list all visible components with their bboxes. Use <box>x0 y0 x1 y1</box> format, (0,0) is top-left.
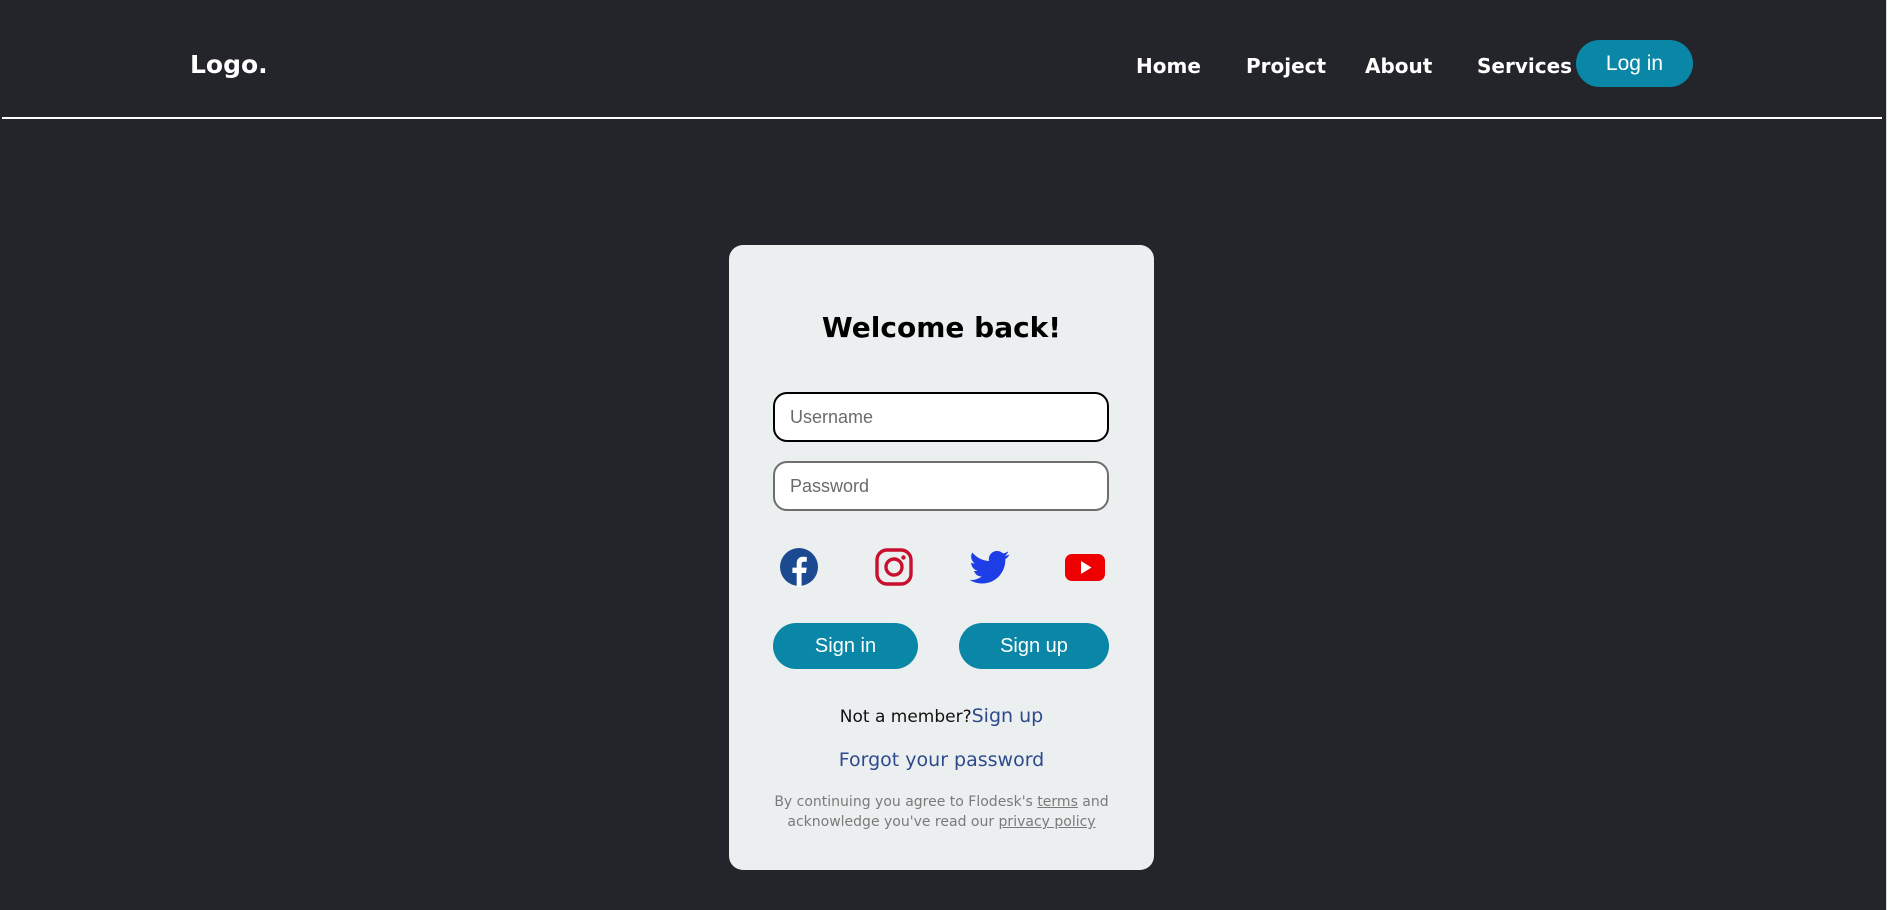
member-text: Not a member? <box>839 707 972 727</box>
member-prompt: Not a member?Sign up <box>729 705 1154 727</box>
youtube-icon[interactable] <box>1064 546 1106 588</box>
login-button[interactable]: Log in <box>1576 40 1693 87</box>
scrollbar[interactable] <box>1886 0 1898 910</box>
nav-home[interactable]: Home <box>1136 54 1201 78</box>
sign-up-button[interactable]: Sign up <box>959 623 1109 669</box>
page: Logo. Home Project About Services Log in… <box>0 0 1898 910</box>
password-input[interactable] <box>773 461 1109 511</box>
username-input[interactable] <box>773 392 1109 442</box>
privacy-policy-link[interactable]: privacy policy <box>999 814 1096 830</box>
card-title: Welcome back! <box>821 311 1062 344</box>
nav-project[interactable]: Project <box>1246 54 1326 78</box>
forgot-password-link[interactable]: Forgot your password <box>839 749 1045 771</box>
login-card: Welcome back! Username Sign in Sign up N… <box>729 245 1154 870</box>
terms-link[interactable]: terms <box>1037 794 1078 810</box>
header-divider <box>2 117 1882 119</box>
forgot-password: Forgot your password <box>729 749 1154 771</box>
logo[interactable]: Logo. <box>190 50 268 79</box>
sign-in-button[interactable]: Sign in <box>773 623 918 669</box>
facebook-icon[interactable] <box>778 546 820 588</box>
legal-prefix: By continuing you agree to Flodesk's <box>774 794 1038 810</box>
sign-up-link[interactable]: Sign up <box>972 705 1044 727</box>
legal-notice: By continuing you agree to Flodesk's ter… <box>769 792 1114 832</box>
instagram-icon[interactable] <box>873 546 915 588</box>
nav-services[interactable]: Services <box>1477 54 1572 78</box>
twitter-icon[interactable] <box>969 546 1011 588</box>
nav-about[interactable]: About <box>1365 54 1432 78</box>
